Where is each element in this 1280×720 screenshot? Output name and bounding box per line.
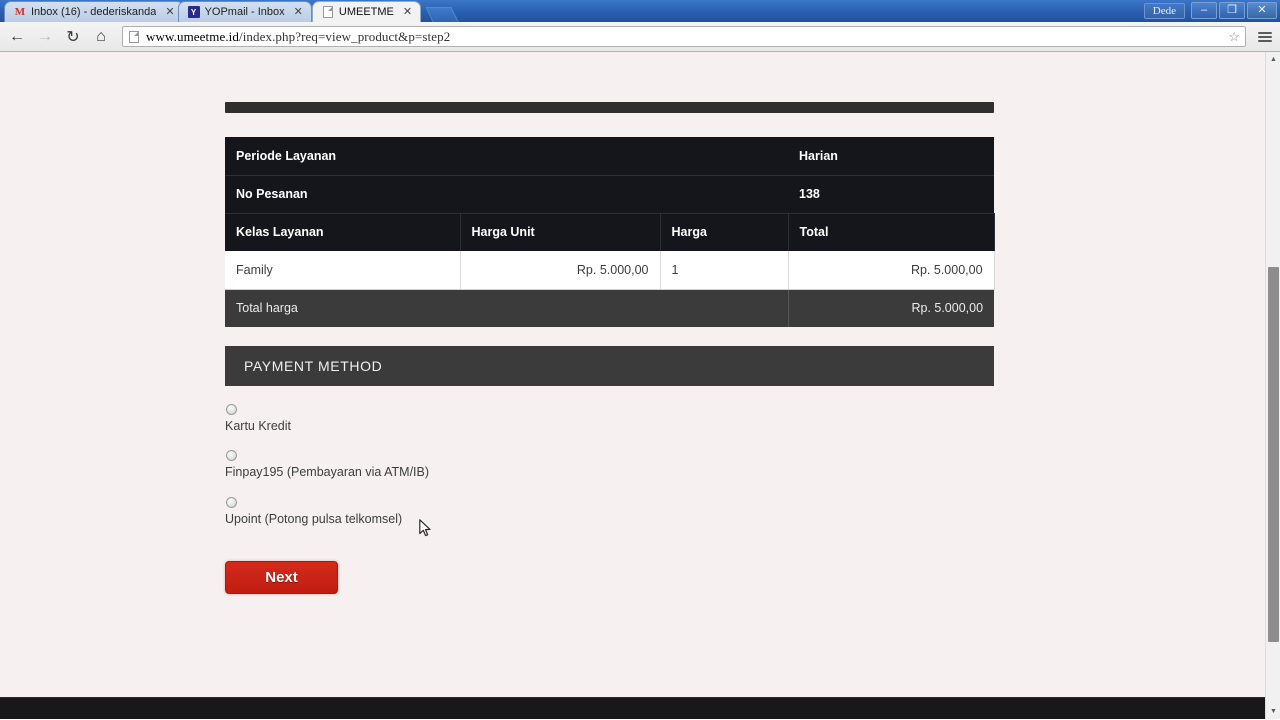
page-viewport: Periode Layanan Harian No Pesanan 138 Ke… xyxy=(0,52,1280,719)
payment-option-label[interactable]: Kartu Kredit xyxy=(225,419,825,433)
hamburger-menu-icon[interactable] xyxy=(1256,28,1274,46)
browser-tab-yopmail[interactable]: Y YOPmail - Inbox ✕ xyxy=(177,1,312,22)
reload-icon[interactable]: ↻ xyxy=(62,26,84,48)
payment-method-header: PAYMENT METHOD xyxy=(225,346,994,386)
footer-heading: Download xyxy=(365,718,474,719)
window-controls: Dede – ❐ ✕ xyxy=(1143,0,1280,21)
tab-strip: M Inbox (16) - dederiskanda ✕ Y YOPmail … xyxy=(0,0,1280,22)
column-header-harga-unit: Harga Unit xyxy=(460,213,661,251)
back-icon[interactable]: ← xyxy=(6,26,28,48)
table-row-periode: Periode Layanan Harian xyxy=(225,137,995,176)
browser-window: M Inbox (16) - dederiskanda ✕ Y YOPmail … xyxy=(0,0,1280,720)
no-pesanan-value: 138 xyxy=(788,175,995,214)
payment-option-upoint[interactable]: Upoint (Potong pulsa telkomsel) xyxy=(225,496,825,526)
periode-layanan-label: Periode Layanan xyxy=(225,137,789,176)
table-row: Family Rp. 5.000,00 1 Rp. 5.000,00 xyxy=(225,251,995,290)
browser-tab-umeetme[interactable]: UMEETME ✕ xyxy=(311,1,422,22)
cell-harga-unit: Rp. 5.000,00 xyxy=(460,251,661,290)
table-row-no-pesanan: No Pesanan 138 xyxy=(225,175,995,214)
footer-heading: Social Media xyxy=(745,718,836,719)
radio-upoint[interactable] xyxy=(226,496,237,508)
footer-column-bantuan: Bantuan FAQ xyxy=(558,718,618,719)
close-window-button[interactable]: ✕ xyxy=(1247,2,1277,19)
table-row-total: Total harga Rp. 5.000,00 xyxy=(225,289,995,327)
payment-method-options: Kartu Kredit Finpay195 (Pembayaran via A… xyxy=(225,404,825,543)
total-harga-value: Rp. 5.000,00 xyxy=(788,289,995,327)
periode-layanan-value: Harian xyxy=(788,137,995,176)
footer-heading: Bantuan xyxy=(558,718,618,719)
scroll-up-arrow-icon[interactable]: ▲ xyxy=(1266,52,1280,67)
new-tab-button[interactable] xyxy=(425,7,459,22)
page-favicon-icon xyxy=(322,6,334,18)
gmail-favicon-icon: M xyxy=(14,6,26,18)
tab-close-icon[interactable]: ✕ xyxy=(294,6,303,18)
payment-option-label[interactable]: Upoint (Potong pulsa telkomsel) xyxy=(225,512,825,526)
column-header-total: Total xyxy=(788,213,995,251)
table-header-row: Kelas Layanan Harga Unit Harga Total xyxy=(225,213,995,251)
forward-icon[interactable]: → xyxy=(34,26,56,48)
url-host: www.umeetme.id xyxy=(146,28,239,44)
payment-option-label[interactable]: Finpay195 (Pembayaran via ATM/IB) xyxy=(225,465,825,479)
page-scrollbar[interactable]: ▲ ▼ xyxy=(1265,52,1280,719)
payment-option-kartu-kredit[interactable]: Kartu Kredit xyxy=(225,404,825,433)
web-page: Periode Layanan Harian No Pesanan 138 Ke… xyxy=(0,52,1265,719)
maximize-button[interactable]: ❐ xyxy=(1219,2,1245,19)
page-security-icon xyxy=(128,30,140,43)
tab-close-icon[interactable]: ✕ xyxy=(165,6,174,18)
tab-close-icon[interactable]: ✕ xyxy=(403,6,412,18)
browser-toolbar: ← → ↻ ⌂ www.umeetme.id/index.php?req=vie… xyxy=(0,22,1280,52)
home-icon[interactable]: ⌂ xyxy=(90,26,112,48)
next-button[interactable]: Next xyxy=(225,561,338,594)
minimize-button[interactable]: – xyxy=(1191,2,1217,19)
yopmail-favicon-icon: Y xyxy=(187,6,200,18)
no-pesanan-label: No Pesanan xyxy=(225,175,789,214)
radio-kartu-kredit[interactable] xyxy=(226,404,237,415)
cell-kelas-layanan: Family xyxy=(225,251,461,290)
bookmark-star-icon[interactable]: ☆ xyxy=(1228,29,1240,45)
footer-column-social-media: Social Media Facebook xyxy=(745,718,836,719)
page-header-bar xyxy=(225,102,994,113)
footer-column-download: Download UMeetMe for Android xyxy=(365,718,474,719)
radio-finpay195[interactable] xyxy=(226,450,237,462)
page-footer: Download UMeetMe for Android Bantuan FAQ… xyxy=(0,697,1265,719)
browser-tab-gmail[interactable]: M Inbox (16) - dederiskanda ✕ xyxy=(4,1,184,22)
scroll-down-arrow-icon[interactable]: ▼ xyxy=(1266,704,1280,719)
scrollbar-thumb[interactable] xyxy=(1268,267,1279,642)
payment-option-finpay195[interactable]: Finpay195 (Pembayaran via ATM/IB) xyxy=(225,450,825,479)
window-user-label[interactable]: Dede xyxy=(1143,2,1185,19)
order-summary-table: Periode Layanan Harian No Pesanan 138 Ke… xyxy=(225,137,995,327)
tab-title: YOPmail - Inbox xyxy=(204,6,285,18)
cell-total: Rp. 5.000,00 xyxy=(788,251,995,290)
address-bar-url: www.umeetme.id/index.php?req=view_produc… xyxy=(146,29,450,45)
url-path: /index.php?req=view_product&p=step2 xyxy=(238,28,451,44)
address-bar[interactable]: www.umeetme.id/index.php?req=view_produc… xyxy=(122,26,1246,47)
tab-title: Inbox (16) - dederiskanda xyxy=(31,6,157,18)
column-header-kelas-layanan: Kelas Layanan xyxy=(225,213,461,251)
tab-title: UMEETME xyxy=(338,6,394,18)
total-harga-label: Total harga xyxy=(225,289,789,327)
column-header-harga: Harga xyxy=(660,213,789,251)
cell-harga: 1 xyxy=(660,251,789,290)
